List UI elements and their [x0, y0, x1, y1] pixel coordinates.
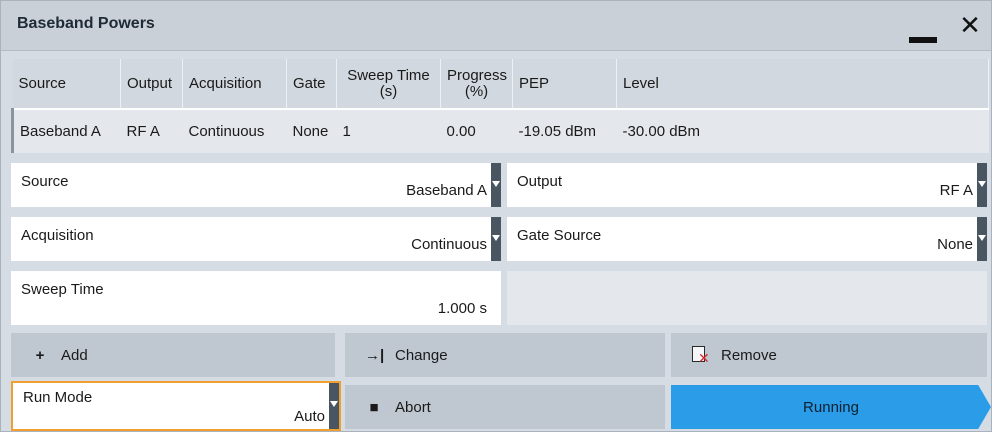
- gate-source-dropdown-handle[interactable]: [977, 217, 987, 261]
- minimize-icon[interactable]: [909, 37, 937, 43]
- source-select[interactable]: Source Baseband A: [11, 163, 501, 207]
- change-arrow-icon: →|: [365, 346, 385, 364]
- running-button[interactable]: Running: [671, 385, 991, 429]
- abort-button[interactable]: ■ Abort: [345, 385, 665, 429]
- header-progress[interactable]: Progress (%): [440, 59, 513, 109]
- gate-source-select[interactable]: Gate Source None: [507, 217, 987, 261]
- chevron-down-icon: [330, 401, 338, 407]
- run-mode-select[interactable]: Run Mode Auto: [11, 381, 341, 431]
- source-value: Baseband A: [406, 182, 487, 199]
- running-button-label: Running: [803, 398, 859, 416]
- empty-panel: [507, 271, 987, 325]
- output-value: RF A: [939, 182, 973, 199]
- header-sweep-time-line1: Sweep Time: [347, 66, 430, 84]
- run-mode-label: Run Mode: [23, 389, 93, 406]
- baseband-powers-dialog: Baseband Powers ✕ Source Output Acquisit…: [0, 0, 992, 432]
- output-dropdown-handle[interactable]: [977, 163, 987, 207]
- gate-source-label: Gate Source: [517, 227, 602, 244]
- sweep-time-field[interactable]: Sweep Time 1.000 s: [11, 271, 501, 325]
- cell-sweep-time: 1: [336, 108, 441, 153]
- chevron-down-icon: [492, 181, 500, 187]
- source-dropdown-handle[interactable]: [491, 163, 501, 207]
- chevron-down-icon: [492, 235, 500, 241]
- acquisition-value: Continuous: [411, 236, 487, 253]
- header-acquisition[interactable]: Acquisition: [182, 59, 287, 109]
- table-row[interactable]: Baseband A RF A Continuous None 1 0.00 -…: [11, 108, 989, 153]
- header-gate[interactable]: Gate: [286, 59, 337, 109]
- sweep-time-value: 1.000 s: [437, 300, 487, 317]
- header-level[interactable]: Level: [616, 59, 989, 109]
- cell-output: RF A: [120, 108, 183, 153]
- add-button[interactable]: + Add: [11, 333, 335, 377]
- header-progress-line1: Progress: [447, 66, 508, 84]
- remove-document-icon: ✕: [691, 345, 710, 366]
- remove-button[interactable]: ✕ Remove: [671, 333, 987, 377]
- acquisition-dropdown-handle[interactable]: [491, 217, 501, 261]
- cell-pep: -19.05 dBm: [512, 108, 617, 153]
- settings-form: Source Baseband A Output RF A Acquisitio…: [11, 163, 987, 327]
- cell-level: -30.00 dBm: [616, 108, 989, 153]
- acquisition-select[interactable]: Acquisition Continuous: [11, 217, 501, 261]
- chevron-down-icon: [978, 235, 986, 241]
- title-bar: Baseband Powers ✕: [1, 1, 991, 51]
- header-pep[interactable]: PEP: [512, 59, 617, 109]
- run-mode-dropdown-handle[interactable]: [329, 383, 339, 429]
- table-header-row: Source Output Acquisition Gate Sweep Tim…: [12, 59, 989, 109]
- baseband-powers-table: Source Output Acquisition Gate Sweep Tim…: [11, 59, 989, 153]
- header-progress-line2: (%): [464, 82, 489, 100]
- cell-gate: None: [286, 108, 337, 153]
- output-label: Output: [517, 173, 563, 190]
- cell-progress: 0.00: [440, 108, 513, 153]
- source-label: Source: [21, 173, 69, 190]
- cell-acquisition: Continuous: [182, 108, 287, 153]
- gate-source-value: None: [937, 236, 973, 253]
- change-button[interactable]: →| Change: [345, 333, 665, 377]
- plus-icon: +: [35, 346, 45, 364]
- chevron-down-icon: [978, 181, 986, 187]
- red-x-mark: ✕: [698, 350, 710, 366]
- header-sweep-time[interactable]: Sweep Time (s): [336, 59, 441, 109]
- sweep-time-label: Sweep Time: [21, 281, 104, 298]
- acquisition-label: Acquisition: [21, 227, 94, 244]
- close-icon[interactable]: ✕: [955, 7, 985, 43]
- run-mode-value: Auto: [294, 408, 325, 425]
- header-output[interactable]: Output: [120, 59, 183, 109]
- header-sweep-time-line2: (s): [379, 82, 398, 100]
- header-source[interactable]: Source: [12, 59, 121, 109]
- abort-button-label: Abort: [395, 398, 431, 416]
- output-select[interactable]: Output RF A: [507, 163, 987, 207]
- change-button-label: Change: [395, 346, 448, 364]
- add-button-label: Add: [61, 346, 88, 364]
- dialog-title: Baseband Powers: [17, 15, 155, 32]
- remove-button-label: Remove: [721, 346, 777, 364]
- stop-square-icon: ■: [369, 398, 379, 416]
- cell-source: Baseband A: [11, 108, 121, 153]
